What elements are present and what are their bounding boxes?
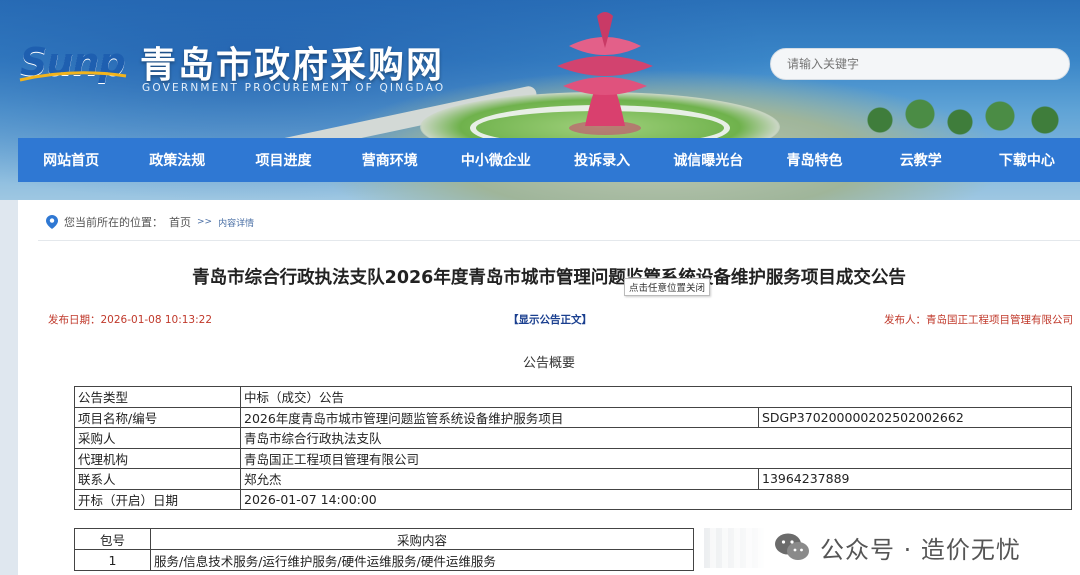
table-cell-value: SDGP370200000202502002662 [758,406,1072,428]
table-header-cell: 包号 [74,528,151,550]
table-cell-label: 联系人 [74,468,241,490]
table-cell-label: 采购人 [74,427,241,449]
table-cell: 服务/信息技术服务/运行维护服务/硬件运维服务/硬件运维服务 [150,549,694,571]
close-hint-tooltip[interactable]: 点击任意位置关闭 [624,278,711,296]
main-nav: 网站首页 政策法规 项目进度 营商环境 中小微企业 投诉录入 诚信曝光台 青岛特… [18,138,1080,182]
table-cell-value: 青岛市综合行政执法支队 [240,427,1072,449]
site-title: 青岛市政府采购网 [140,45,445,86]
breadcrumb: 您当前所在的位置： 首页 >> 内容详情 [46,214,254,230]
table-row: 联系人 郑允杰 13964237889 [74,468,1072,490]
table-row: 项目名称/编号 2026年度青岛市城市管理问题监管系统设备维护服务项目 SDGP… [74,406,1072,428]
table-row: 公告类型 中标（成交）公告 [74,386,1072,408]
publish-date: 发布日期：2026-01-08 10:13:22 [48,314,213,326]
notice-title: 青岛市综合行政执法支队2026年度青岛市城市管理问题监管系统设备维护服务项目成交… [192,268,906,288]
nav-item-cloud-teaching[interactable]: 云教学 [868,150,974,170]
nav-item-policies[interactable]: 政策法规 [124,150,230,170]
nav-item-business-env[interactable]: 营商环境 [337,150,443,170]
table-row: 1 服务/信息技术服务/运行维护服务/硬件运维服务/硬件运维服务 [74,549,694,571]
package-table: 包号 采购内容 1 服务/信息技术服务/运行维护服务/硬件运维服务/硬件运维服务 [74,528,694,571]
table-header-row: 包号 采购内容 [74,528,694,550]
table-cell-value: 中标（成交）公告 [240,386,1072,408]
table-cell-label: 项目名称/编号 [74,406,241,428]
wechat-icon [775,533,809,560]
logo-swoosh-icon [19,71,127,82]
nav-item-qingdao-features[interactable]: 青岛特色 [761,150,867,170]
table-cell-label: 代理机构 [74,447,241,469]
table-cell-value: 13964237889 [758,468,1072,490]
table-cell-value: 郑允杰 [240,468,759,490]
table-cell-label: 公告类型 [74,386,241,408]
watermark-text: 公众号 · 造价无忧 [820,535,1021,564]
table-cell-label: 开标（开启）日期 [74,488,241,510]
breadcrumb-current: 内容详情 [218,218,255,229]
header-banner: Sunp 青岛市政府采购网 GOVERNMENT PROCUREMENT OF … [0,0,1080,200]
publisher: 发布人：青岛国正工程项目管理有限公司 [884,314,1073,326]
breadcrumb-prefix: 您当前所在的位置： [64,216,163,229]
table-cell-value: 2026年度青岛市城市管理问题监管系统设备维护服务项目 [240,406,759,428]
table-row: 开标（开启）日期 2026-01-07 14:00:00 [74,488,1072,510]
nav-item-credit[interactable]: 诚信曝光台 [655,150,761,170]
wechat-watermark: 公众号 · 造价无忧 [704,522,1080,572]
search-input[interactable] [770,48,1070,80]
nav-item-downloads[interactable]: 下载中心 [974,150,1080,170]
content-panel: 您当前所在的位置： 首页 >> 内容详情 青岛市综合行政执法支队2026年度青岛… [18,200,1080,575]
table-row: 采购人 青岛市综合行政执法支队 [74,427,1072,449]
table-cell-value: 青岛国正工程项目管理有限公司 [240,447,1072,469]
notice-summary-table: 公告类型 中标（成交）公告 项目名称/编号 2026年度青岛市城市管理问题监管系… [74,386,1072,510]
site-subtitle: GOVERNMENT PROCUREMENT OF QINGDAO [142,82,446,94]
summary-heading: 公告概要 [522,356,575,371]
location-pin-icon [46,215,58,229]
table-header-cell: 采购内容 [150,528,694,550]
may-fourth-sculpture-image [557,12,653,135]
table-row: 代理机构 青岛国正工程项目管理有限公司 [74,447,1072,469]
table-cell: 1 [74,549,151,571]
divider [38,240,1080,241]
show-notice-text-link[interactable]: 【显示公告正文】 [508,312,592,327]
table-cell-value: 2026-01-07 14:00:00 [240,488,1072,510]
nav-item-progress[interactable]: 项目进度 [230,150,336,170]
nav-item-home[interactable]: 网站首页 [18,150,124,170]
nav-item-sme[interactable]: 中小微企业 [443,150,549,170]
breadcrumb-home-link[interactable]: 首页 [169,214,191,230]
breadcrumb-separator: >> [197,217,213,227]
nav-item-complaint[interactable]: 投诉录入 [549,150,655,170]
